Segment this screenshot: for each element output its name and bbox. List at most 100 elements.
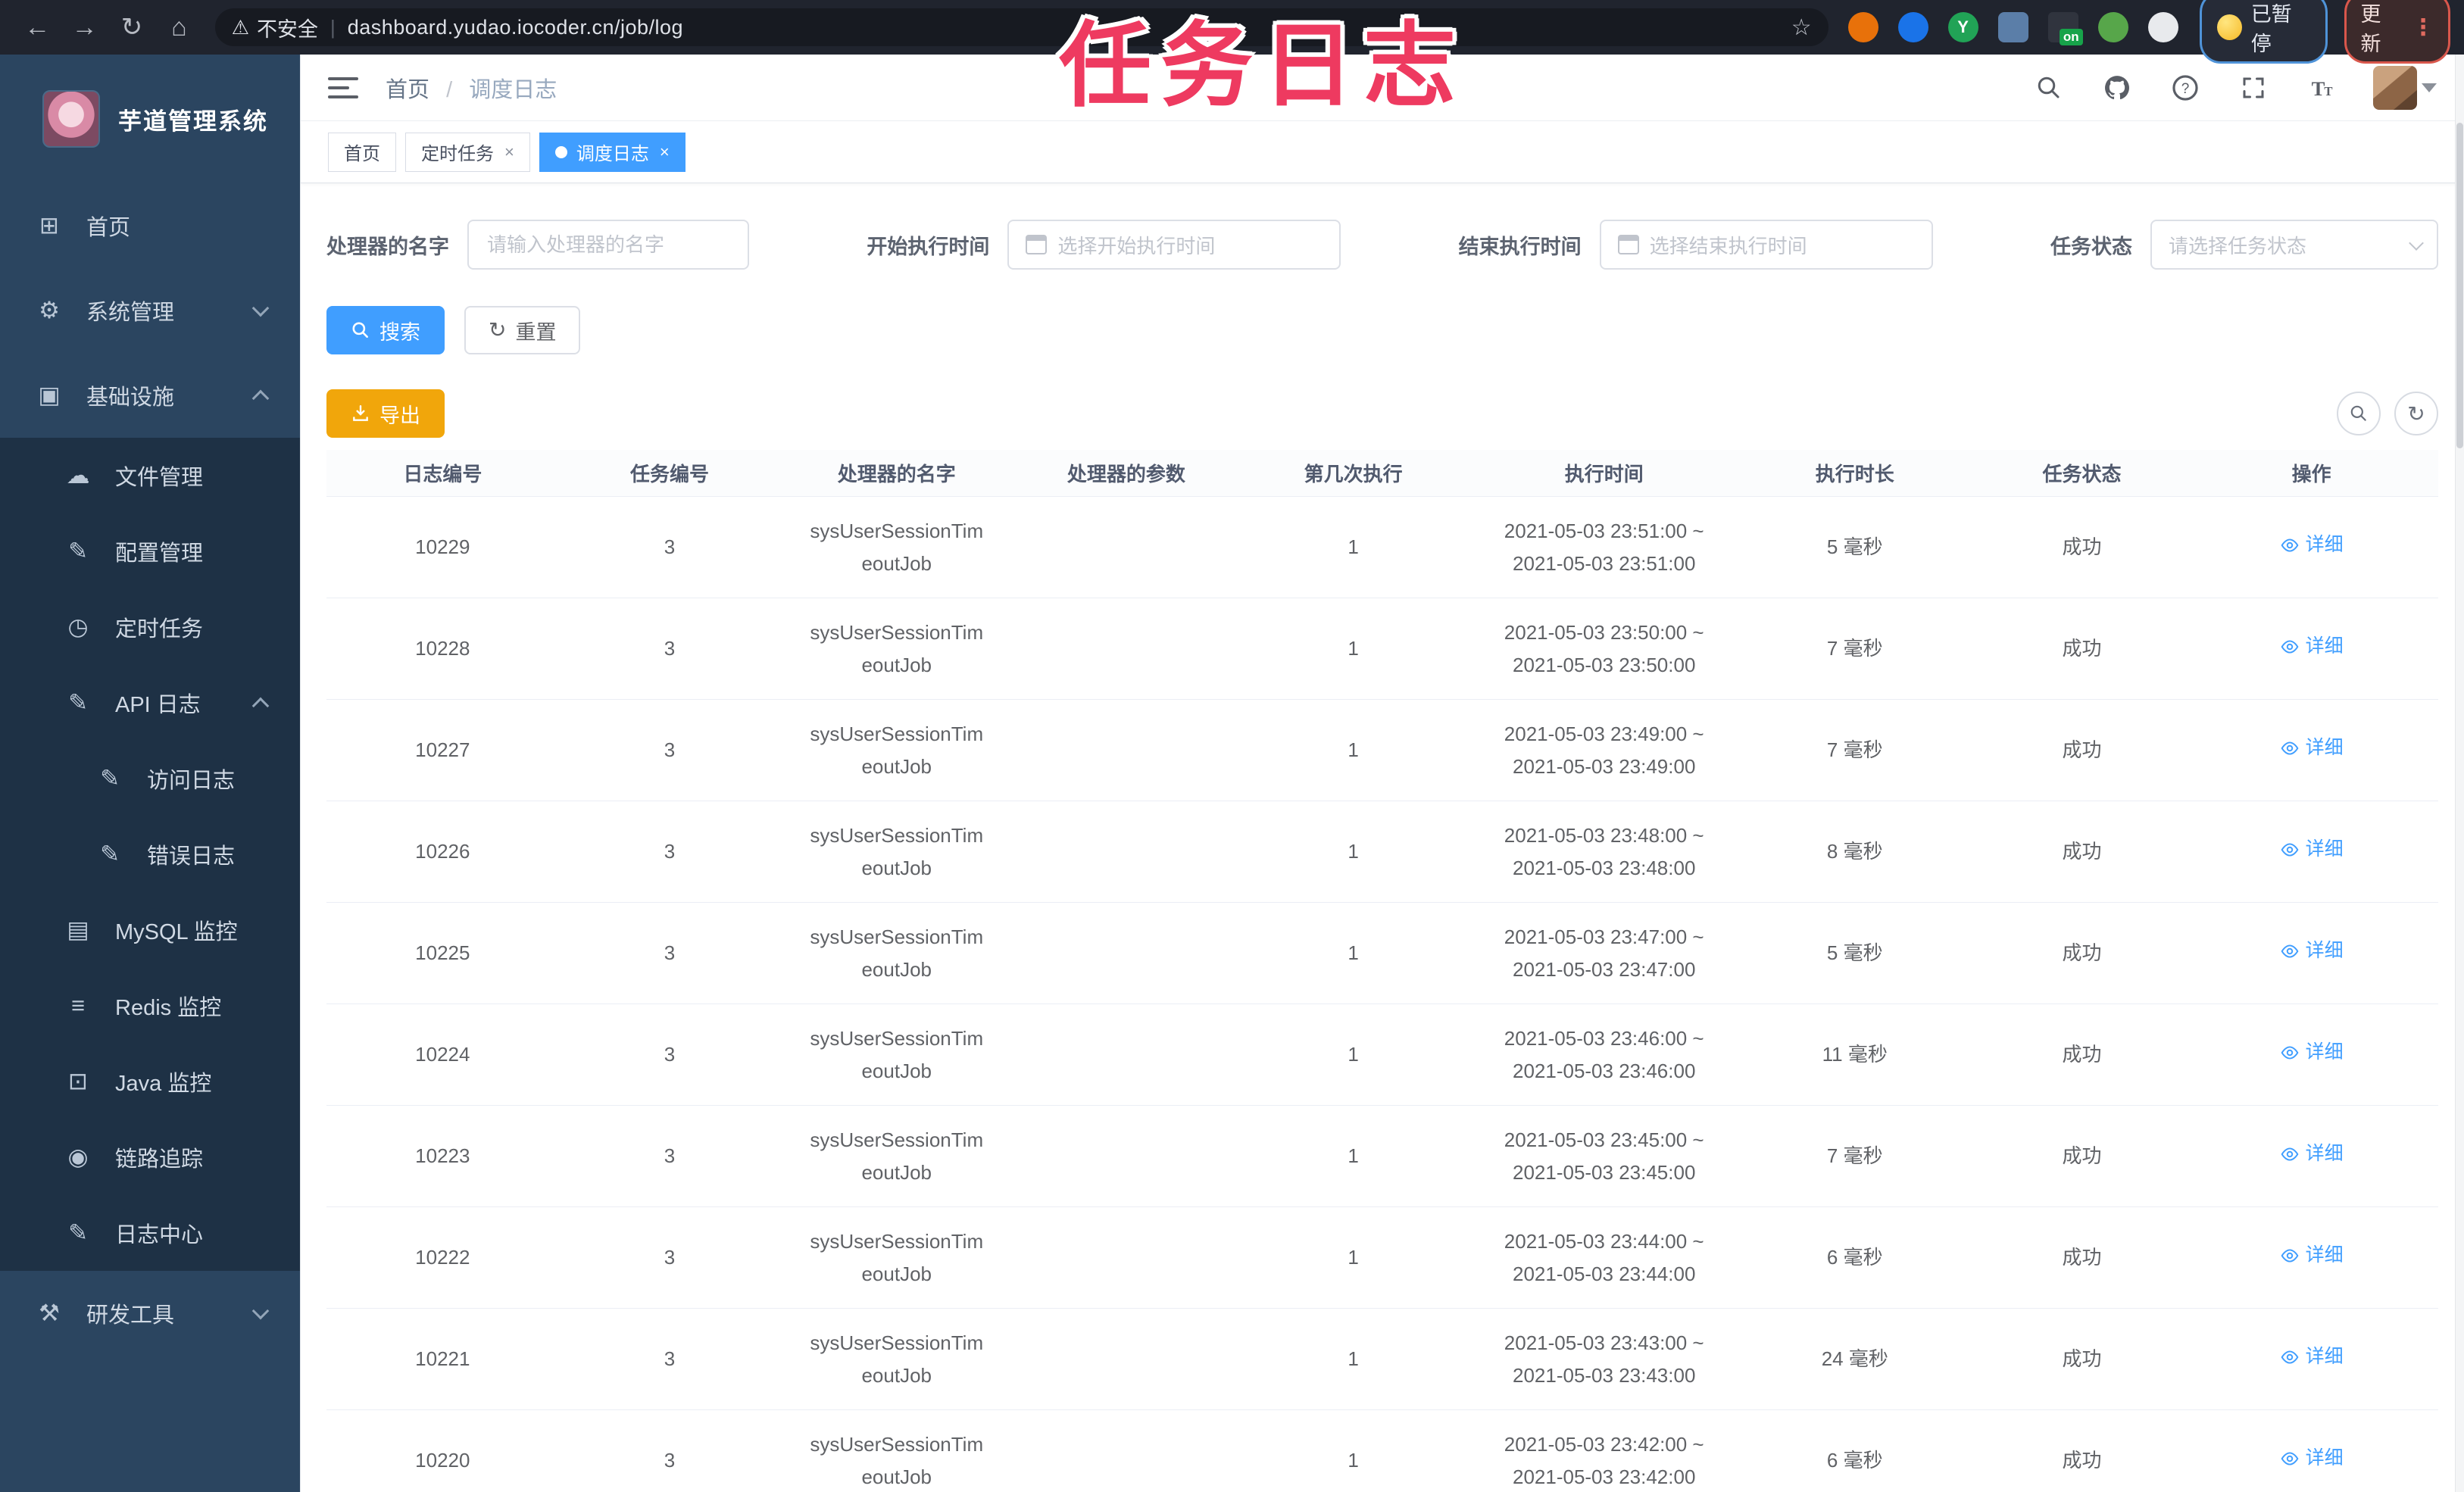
scrollbar-thumb[interactable] [2456,123,2463,448]
operation-cell: 详细 [2195,1037,2428,1072]
detail-link[interactable]: 详细 [2280,1138,2344,1169]
sidebar-item-label: 研发工具 [86,1303,175,1328]
search-form: 处理器的名字 开始执行时间 选择开始执行时间 结束执行时间 选择结束执行时间 任务状态 请选… [326,220,2438,270]
breadcrumb-home[interactable]: 首页 [386,78,429,102]
sidebar-item-基础设施[interactable]: ▣ 基础设施 [0,353,300,438]
status-select[interactable]: 请选择任务状态 [2150,220,2438,270]
detail-label: 详细 [2305,635,2344,657]
operation-cell: 详细 [2195,1138,2428,1174]
close-icon[interactable]: × [504,142,514,162]
detail-link[interactable]: 详细 [2280,834,2344,865]
collapse-menu-icon[interactable] [328,76,358,98]
url-bar[interactable]: ⚠ 不安全 | dashboard.yudao.iocoder.cn/job/l… [214,8,1828,46]
date-picker-input[interactable]: 选择结束执行时间 [1599,220,1933,270]
sidebar-menu: ⊞ 首页 ⚙ 系统管理 ▣ 基础设施 ☁ 文件管理 ✎ 配置管理 ◷ 定时任务 ✎ API 日志 ✎ 访问日志… [0,183,300,1356]
chevron-down-icon [251,299,270,317]
bookmark-star-icon[interactable]: ☆ [1791,14,1812,41]
detail-link[interactable]: 详细 [2280,1341,2344,1372]
y-extension-icon[interactable]: Y [1947,12,1978,42]
exec-index-cell: 1 [1348,1347,1359,1371]
detail-link[interactable]: 详细 [2280,1037,2344,1068]
help-icon[interactable]: ? [2169,71,2202,105]
update-button[interactable]: 更新 ⋮ [2344,0,2450,64]
table-row: 10223 3 sysUserSessionTim eoutJob 1 2021-05-0… [326,1106,2438,1207]
svg-text:?: ? [2181,81,2190,97]
sidebar-logo-row[interactable]: 芋道管理系统 [0,55,300,183]
table-row: 10227 3 sysUserSessionTim eoutJob 1 2021-05-0… [326,700,2438,801]
sidebar-item-Java-监控[interactable]: ⊡ Java 监控 [0,1044,300,1119]
handler-name-cell: sysUserSessionTim eoutJob [810,519,984,575]
toggle-search-icon[interactable] [2337,392,2381,435]
detail-link[interactable]: 详细 [2280,529,2344,560]
tab-调度日志[interactable]: 调度日志 × [539,132,685,172]
detail-link[interactable]: 详细 [2280,1443,2344,1474]
log-id-cell: 10221 [415,1347,470,1371]
date-picker-input[interactable]: 选择开始执行时间 [1007,220,1341,270]
sidebar-item-访问日志[interactable]: ✎ 访问日志 [0,741,300,816]
exec-time-cell: 2021-05-03 23:48:00 ~2021-05-03 23:48:00 [1504,823,1704,879]
app-title: 芋道管理系统 [118,108,268,135]
handler-name-cell: sysUserSessionTim eoutJob [810,823,984,879]
redis-monitor-icon: ≡ [70,992,86,1019]
sidebar-item-定时任务[interactable]: ◷ 定时任务 [0,589,300,665]
tab-首页[interactable]: 首页 [328,132,396,172]
sidebar-item-首页[interactable]: ⊞ 首页 [0,183,300,268]
close-icon[interactable]: × [660,142,670,162]
detail-link[interactable]: 详细 [2280,935,2344,966]
handler-name-field[interactable] [486,232,731,258]
adblock-icon[interactable] [1847,12,1878,42]
browser-menu-icon[interactable]: ⋮ [2412,14,2434,41]
reload-icon[interactable]: ↻ [108,12,155,42]
sidebar-item-MySQL-监控[interactable]: ▤ MySQL 监控 [0,892,300,968]
export-button[interactable]: 导出 [326,389,445,438]
tab-定时任务[interactable]: 定时任务 × [405,132,530,172]
refresh-table-icon[interactable]: ↻ [2394,392,2438,435]
task-id-cell: 3 [664,1144,676,1168]
sidebar-item-系统管理[interactable]: ⚙ 系统管理 [0,268,300,353]
detail-label: 详细 [2305,940,2344,962]
duration-cell: 6 毫秒 [1826,1246,1883,1269]
search-button[interactable]: 搜索 [326,306,445,354]
detail-link[interactable]: 详细 [2280,631,2344,662]
exec-index-cell: 1 [1348,840,1359,863]
grid-extension-icon[interactable] [1997,12,2028,42]
font-size-icon[interactable]: TT [2305,71,2338,105]
filter-group: 结束执行时间 选择结束执行时间 [1459,220,1933,270]
sidebar-item-文件管理[interactable]: ☁ 文件管理 [0,438,300,513]
sidebar-item-API-日志[interactable]: ✎ API 日志 [0,665,300,741]
fullscreen-icon[interactable] [2237,71,2270,105]
leaf-extension-icon[interactable] [2097,12,2128,42]
sidebar-item-配置管理[interactable]: ✎ 配置管理 [0,513,300,589]
task-id-cell: 3 [664,840,676,863]
exec-index-cell: 1 [1348,535,1359,559]
duration-cell: 8 毫秒 [1826,840,1883,863]
sidebar-item-链路追踪[interactable]: ◉ 链路追踪 [0,1119,300,1195]
handler-name-input[interactable] [467,220,749,270]
main-panel: 首页 / 调度日志 ? T T 首页 定时任务 × 调度日志 × 处理器的名字 … [300,55,2464,1492]
mysql-monitor-icon: ▤ [67,916,89,943]
forward-icon[interactable]: → [61,13,108,42]
task-id-cell: 3 [664,941,676,965]
sidebar-item-研发工具[interactable]: ⚒ 研发工具 [0,1271,300,1356]
reset-button[interactable]: ↻ 重置 [464,306,581,354]
breadcrumb: 首页 / 调度日志 [386,72,557,104]
paused-badge[interactable]: 已暂停 [2199,0,2328,64]
sidebar-item-错误日志[interactable]: ✎ 错误日志 [0,816,300,892]
sidebar-item-Redis-监控[interactable]: ≡ Redis 监控 [0,968,300,1044]
search-icon[interactable] [2032,71,2066,105]
log-id-cell: 10225 [415,941,470,965]
user-menu[interactable] [2373,65,2437,110]
refresh-icon: ↻ [489,318,507,342]
page-scrollbar[interactable] [2455,55,2464,1492]
home-icon[interactable]: ⌂ [155,13,202,42]
sidebar-item-日志中心[interactable]: ✎ 日志中心 [0,1195,300,1271]
drop-icon[interactable] [1897,12,1928,42]
detail-link[interactable]: 详细 [2280,1240,2344,1271]
puzzle-extensions-icon[interactable] [2147,12,2178,42]
on-switch-icon[interactable]: on [2047,12,2083,45]
duration-cell: 5 毫秒 [1826,535,1883,559]
back-icon[interactable]: ← [14,13,61,42]
detail-link[interactable]: 详细 [2280,732,2344,763]
duration-cell: 24 毫秒 [1821,1347,1888,1371]
github-icon[interactable] [2100,71,2134,105]
